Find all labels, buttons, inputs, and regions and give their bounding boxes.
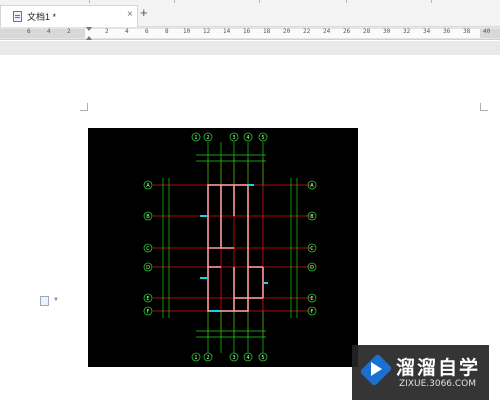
axis-label-left: B (146, 214, 150, 220)
ruler-label: 28 (363, 28, 371, 35)
axis-label-bottom: 3 (232, 355, 235, 361)
axis-label-right: C (310, 246, 314, 252)
ruler-label: 40 (483, 28, 491, 35)
ruler-label: 6 (145, 28, 149, 35)
ruler-label: 34 (423, 28, 431, 35)
axis-label-left: E (146, 296, 149, 302)
axis-label-top: 4 (246, 135, 249, 141)
ruler-label: 16 (243, 28, 251, 35)
axis-label-right: F (311, 309, 314, 315)
ruler-label: 2 (67, 28, 71, 35)
axis-label-right: D (310, 265, 314, 271)
ruler-label: 2 (105, 28, 109, 35)
floor-plan-drawing: 1 2 3 4 5 1 2 3 4 5 A B C D E F A B C D … (143, 132, 317, 362)
paste-options-icon[interactable]: ▼ (40, 296, 60, 306)
title-bar: < 文档1 * × + (0, 0, 500, 27)
axis-label-bottom: 5 (261, 355, 264, 361)
document-tab-title: 文档1 * (27, 12, 57, 22)
ruler-label: 4 (125, 28, 129, 35)
axis-bubbles (143, 132, 317, 362)
axis-label-right: A (310, 183, 314, 189)
left-indent-marker[interactable] (86, 36, 92, 40)
horizontal-ruler[interactable]: 6 4 2 2 4 6 8 10 12 14 16 18 20 22 24 26… (0, 27, 500, 40)
ruler-label: 20 (283, 28, 291, 35)
ruler-label: 10 (183, 28, 191, 35)
first-line-indent-marker[interactable] (86, 27, 92, 31)
ruler-label: 18 (263, 28, 271, 35)
axis-label-left: D (146, 265, 150, 271)
axis-label-left: F (147, 309, 150, 315)
ruler-left-margin (0, 29, 85, 38)
axis-label-bottom: 2 (206, 355, 209, 361)
ruler-label: 8 (165, 28, 169, 35)
new-tab-button[interactable]: + (140, 6, 148, 20)
top-tick-marks (0, 0, 500, 4)
play-icon (371, 362, 382, 376)
cad-floor-plan-image[interactable]: 1 2 3 4 5 1 2 3 4 5 A B C D E F A B C D … (88, 128, 358, 367)
margin-corner-top-left (80, 103, 88, 111)
close-tab-icon[interactable]: × (127, 9, 133, 20)
ruler-label: 6 (27, 28, 31, 35)
axis-label-top: 1 (194, 135, 197, 141)
watermark-title: 溜溜自学 (396, 357, 481, 379)
ruler-label: 4 (47, 28, 51, 35)
axis-label-right: E (310, 296, 313, 302)
axis-label-right: B (310, 214, 314, 220)
ruler-label: 26 (343, 28, 351, 35)
axis-label-bottom: 1 (194, 355, 197, 361)
axis-label-top: 3 (232, 135, 235, 141)
document-icon (13, 11, 22, 22)
watermark-badge: 溜溜自学 ZIXUE.3066.COM (352, 345, 489, 400)
axis-label-left: A (146, 183, 150, 189)
axis-label-top: 2 (206, 135, 209, 141)
axis-label-top: 5 (261, 135, 264, 141)
axis-label-left: C (146, 246, 150, 252)
document-tab[interactable]: 文档1 * × (0, 5, 138, 27)
ruler-label: 14 (223, 28, 231, 35)
axis-label-bottom: 4 (246, 355, 249, 361)
watermark-url: ZIXUE.3066.COM (399, 379, 477, 389)
ruler-label: 24 (323, 28, 331, 35)
ruler-label: 32 (403, 28, 411, 35)
margin-corner-top-right (480, 103, 488, 111)
ruler-label: 30 (383, 28, 391, 35)
ruler-label: 22 (303, 28, 311, 35)
ruler-label: 12 (203, 28, 211, 35)
ruler-label: 36 (443, 28, 451, 35)
ruler-label: 38 (463, 28, 471, 35)
